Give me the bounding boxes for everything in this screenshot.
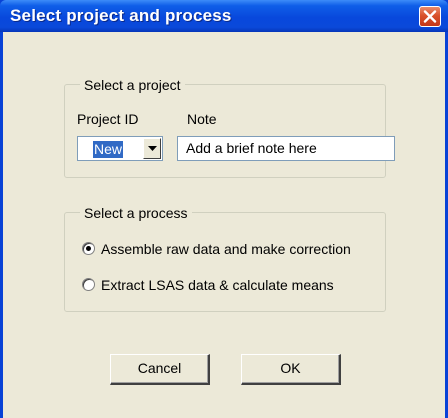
process-option-label: Assemble raw data and make correction xyxy=(101,241,351,257)
radio-dot-icon xyxy=(86,246,91,251)
project-group-frame xyxy=(64,84,386,178)
project-id-dropdown[interactable]: New xyxy=(77,136,163,161)
close-button[interactable] xyxy=(419,6,441,27)
process-group-legend: Select a process xyxy=(80,205,192,221)
dropdown-button[interactable] xyxy=(143,138,161,159)
process-option-assemble[interactable]: Assemble raw data and make correction xyxy=(82,240,382,258)
project-id-label: Project ID xyxy=(77,111,139,127)
title-bar[interactable]: Select project and process xyxy=(0,0,448,32)
process-option-extract[interactable]: Extract LSAS data & calculate means xyxy=(82,276,382,294)
cancel-button[interactable]: Cancel xyxy=(110,354,210,385)
radio-button[interactable] xyxy=(82,278,95,291)
note-label: Note xyxy=(187,111,217,127)
ok-button[interactable]: OK xyxy=(241,354,341,385)
project-group-legend: Select a project xyxy=(80,77,185,93)
dialog-window: Select project and process Select a proj… xyxy=(0,0,448,418)
dialog-client-area: Select a project Project ID Note New Add… xyxy=(3,32,445,418)
process-group-frame xyxy=(64,212,386,312)
project-id-selected-value: New xyxy=(93,141,124,158)
close-icon xyxy=(423,10,437,23)
window-title: Select project and process xyxy=(10,6,232,25)
process-option-label: Extract LSAS data & calculate means xyxy=(101,277,334,293)
radio-button-selected[interactable] xyxy=(82,242,95,255)
note-input[interactable]: Add a brief note here xyxy=(177,136,395,161)
chevron-down-icon xyxy=(148,146,157,151)
